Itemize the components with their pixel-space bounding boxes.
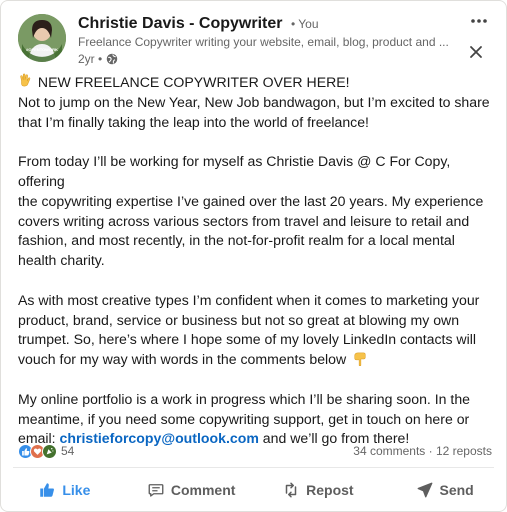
avatar[interactable]: #OPENTOWORK (18, 14, 66, 62)
post-line: As with most creative types I’m confiden… (18, 291, 480, 308)
more-horizontal-icon (471, 19, 487, 23)
repost-icon (285, 482, 297, 498)
post-line-text: vouch for my way with words in the comme… (18, 351, 347, 368)
close-icon (470, 46, 482, 58)
author-headline: Freelance Copywriter writing your websit… (78, 35, 449, 49)
author-name-line: Christie Davis - Copywriter • You (78, 15, 458, 35)
send-icon (417, 482, 432, 498)
post-line: health charity. (18, 252, 105, 269)
send-label: Send (439, 482, 474, 498)
post-line: From today I’ll be working for myself as… (18, 153, 451, 189)
post-line: trumpet. So, here’s where I hope some of… (18, 331, 477, 348)
repost-button[interactable]: Repost (255, 471, 382, 509)
reaction-count: 54 (61, 444, 75, 458)
post-line: My online portfolio is a work in progres… (18, 390, 471, 407)
profile-photo-icon (18, 14, 66, 62)
waving-hand-emoji (18, 73, 34, 93)
post-time: 2yr • (78, 52, 103, 66)
dismiss-post-button[interactable] (466, 42, 494, 66)
reactions-summary[interactable]: 54 (18, 443, 75, 459)
celebrate-icon (42, 443, 57, 459)
like-label: Like (62, 482, 91, 498)
post-text: NEW FREELANCE COPYWRITER OVER HERE! Not … (18, 73, 492, 449)
author-name[interactable]: Christie Davis - Copywriter (78, 15, 283, 32)
open-to-work-label: #OPENTOWORK (26, 47, 58, 52)
repost-label: Repost (306, 482, 354, 498)
comment-icon (148, 484, 164, 497)
pointing-down-emoji (350, 351, 367, 367)
more-options-button[interactable] (465, 11, 493, 35)
post-line: NEW FREELANCE COPYWRITER OVER HERE! (18, 73, 492, 93)
post-line: product, brand, service or business but … (18, 311, 460, 328)
social-counts-bar: 54 34 comments · 12 reposts (18, 441, 492, 461)
send-button[interactable]: Send (381, 471, 507, 509)
post-line: meantime, if you need some copywriting s… (18, 410, 470, 427)
post-line: fashion, and most recently, in the not-f… (18, 232, 455, 249)
you-badge: • You (290, 17, 319, 31)
post-actions-bar: Like Comment Repost Send (1, 471, 507, 509)
post-line: the copywriting expertise I’ve gained ov… (18, 192, 484, 209)
post-line: vouch for my way with words in the comme… (18, 350, 492, 370)
like-button[interactable]: Like (1, 471, 128, 509)
feed-post-card: #OPENTOWORK Christie Davis - Copywriter … (0, 0, 507, 512)
post-line: covers writing across various sectors fr… (18, 212, 470, 229)
post-line: Not to jump on the New Year, New Job ban… (18, 93, 490, 110)
post-line: that I’m finally taking the leap into th… (18, 113, 369, 130)
thumbs-up-icon (40, 483, 55, 497)
globe-icon (106, 53, 118, 65)
comments-reposts-count[interactable]: 34 comments · 12 reposts (353, 444, 492, 458)
comment-button[interactable]: Comment (128, 471, 255, 509)
post-meta: 2yr • (78, 52, 118, 66)
divider (13, 467, 494, 468)
post-headline: NEW FREELANCE COPYWRITER OVER HERE! (37, 74, 350, 90)
comment-label: Comment (170, 482, 236, 498)
